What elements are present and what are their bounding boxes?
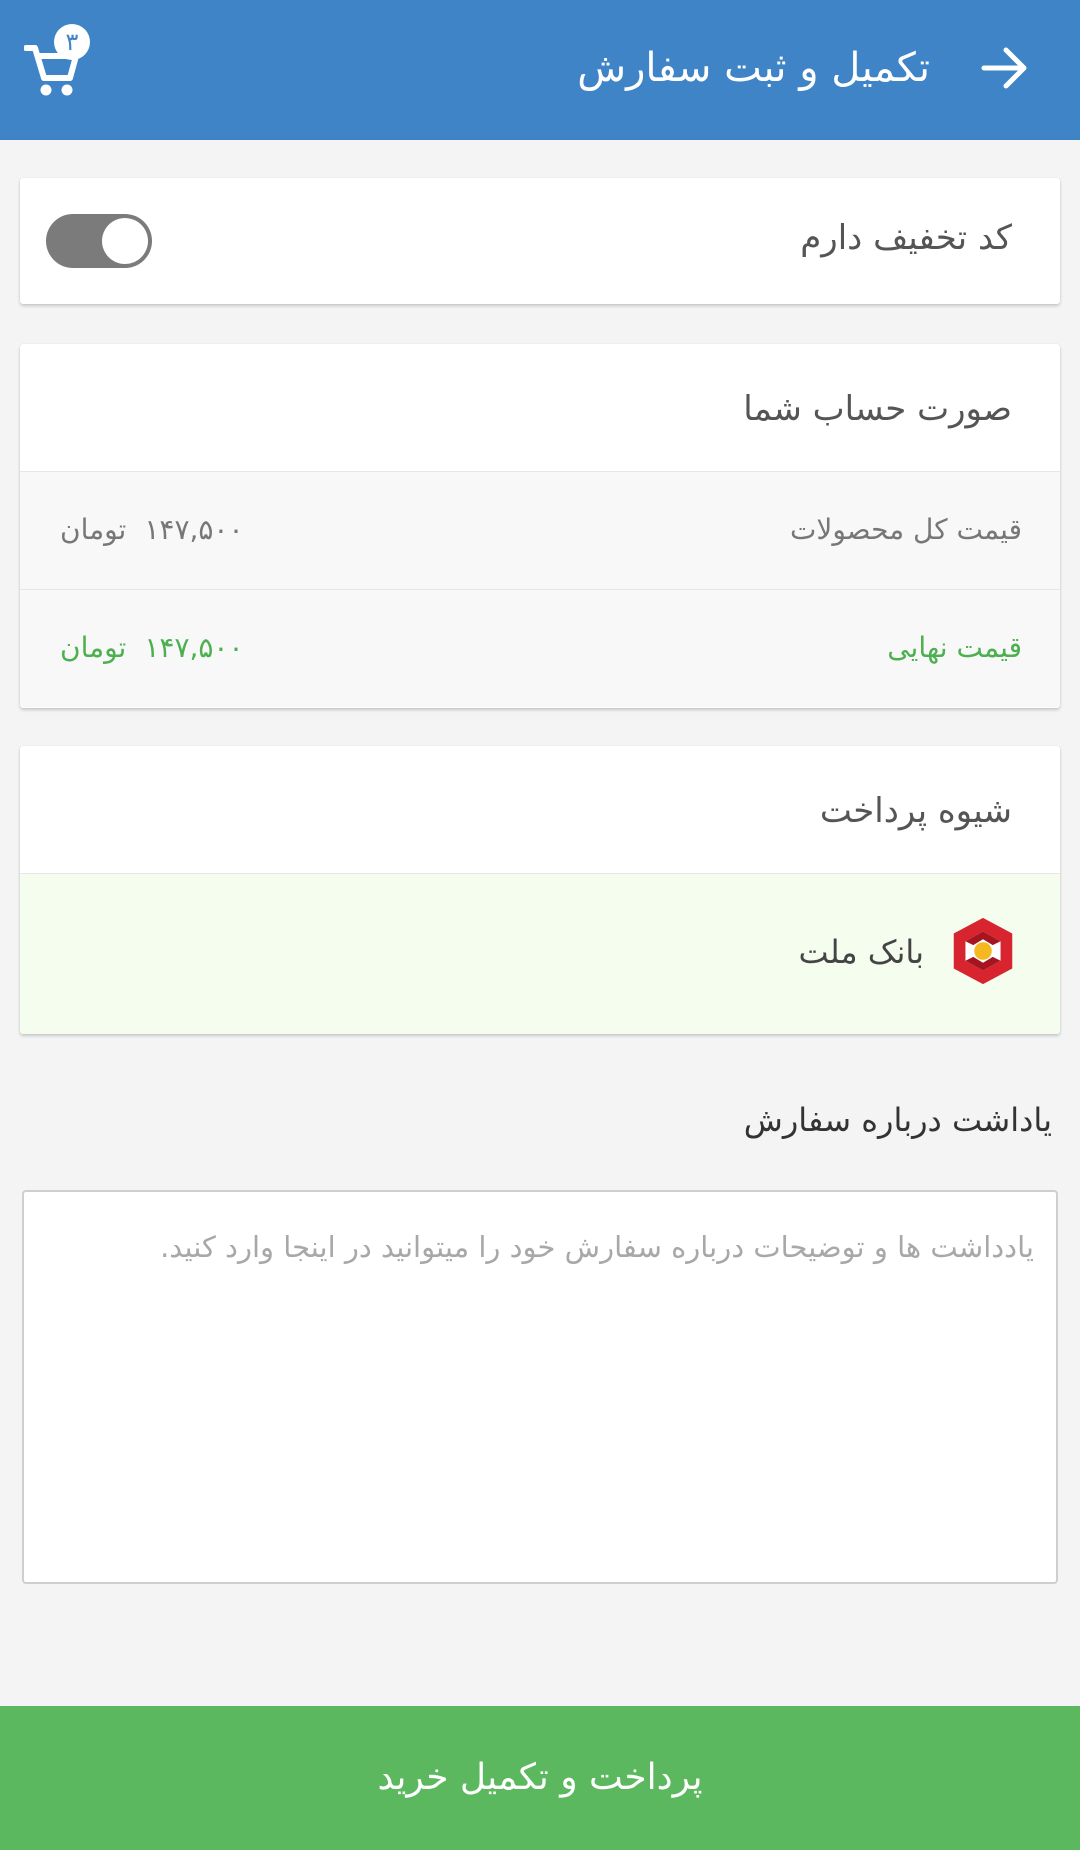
amount-value: ۱۴۷,۵۰۰ [144, 631, 244, 664]
arrow-right-icon [981, 47, 1027, 89]
payment-title: شیوه پرداخت [819, 791, 1012, 831]
currency-label: تومان [60, 631, 127, 664]
order-note-input[interactable] [22, 1190, 1058, 1584]
payment-card: شیوه پرداخت بانک ملت [20, 746, 1060, 1034]
app-bar: تکمیل و ثبت سفارش ۳ [0, 0, 1080, 140]
discount-label: کد تخفیف دارم [800, 218, 1012, 258]
invoice-row-amount: ۱۴۷,۵۰۰ تومان [60, 620, 244, 676]
invoice-row-final-price: قیمت نهایی ۱۴۷,۵۰۰ تومان [20, 589, 1060, 707]
invoice-row-total-products: قیمت کل محصولات ۱۴۷,۵۰۰ تومان [20, 471, 1060, 589]
currency-label: تومان [60, 513, 127, 546]
page-title: تکمیل و ثبت سفارش [577, 45, 930, 91]
invoice-card: صورت حساب شما قیمت کل محصولات ۱۴۷,۵۰۰ توم… [20, 344, 1060, 708]
discount-toggle[interactable] [46, 214, 152, 268]
invoice-row-amount: ۱۴۷,۵۰۰ تومان [60, 502, 244, 558]
invoice-row-label: قیمت نهایی [887, 631, 1022, 664]
invoice-row-label: قیمت کل محصولات [790, 513, 1022, 546]
bank-name: بانک ملت [798, 933, 924, 971]
payment-option-bank-mellat[interactable]: بانک ملت [20, 873, 1060, 1034]
amount-value: ۱۴۷,۵۰۰ [144, 513, 244, 546]
toggle-knob [102, 218, 148, 264]
cart-count-badge: ۳ [54, 24, 90, 60]
order-note-heading: یاداشت درباره سفارش [743, 1101, 1052, 1139]
back-button[interactable] [978, 40, 1034, 96]
cart-button[interactable]: ۳ [24, 24, 96, 102]
invoice-title: صورت حساب شما [743, 389, 1012, 429]
discount-card: کد تخفیف دارم [20, 178, 1060, 304]
pay-and-complete-button[interactable]: پرداخت و تکمیل خرید [0, 1706, 1080, 1850]
bank-mellat-logo [953, 917, 1013, 985]
